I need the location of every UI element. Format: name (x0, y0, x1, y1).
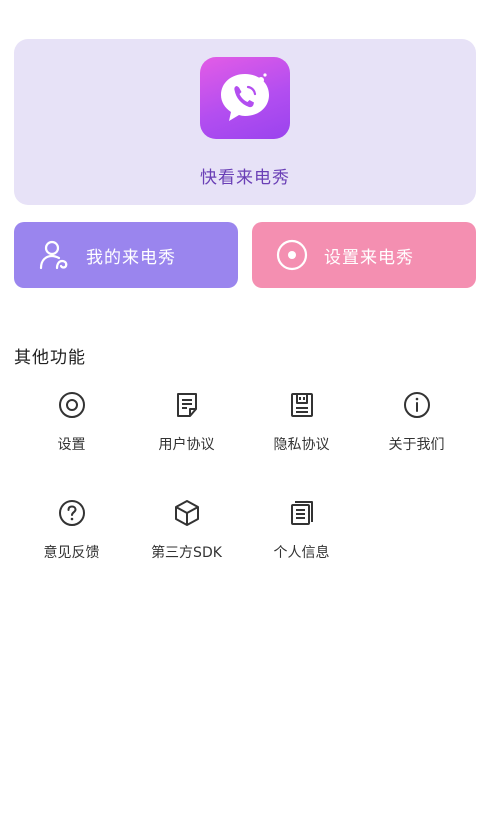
feature-label: 设置 (57, 437, 86, 453)
cube-icon (172, 498, 202, 528)
feature-label: 意见反馈 (43, 545, 100, 561)
set-call-show-label: 设置来电秀 (324, 247, 414, 268)
user-icon (36, 237, 72, 273)
info-icon (402, 390, 432, 420)
feature-label: 用户协议 (158, 437, 215, 453)
privacy-document-icon (287, 390, 317, 420)
my-call-show-label: 我的来电秀 (86, 247, 176, 268)
hero-card: 快看来电秀 (14, 39, 476, 205)
section-title-other-functions: 其他功能 (14, 348, 86, 368)
play-circle-icon (274, 237, 310, 273)
my-call-show-button[interactable]: 我的来电秀 (14, 222, 238, 288)
feature-label: 隐私协议 (273, 437, 330, 453)
feature-label: 个人信息 (273, 545, 330, 561)
app-name: 快看来电秀 (200, 168, 290, 188)
feature-settings[interactable]: 设置 (14, 386, 129, 476)
feature-third-party-sdk[interactable]: 第三方SDK (129, 494, 244, 584)
feature-label: 第三方SDK (151, 545, 222, 561)
phone-chat-bubble-icon (200, 57, 290, 139)
feature-label: 关于我们 (388, 437, 445, 453)
feature-personal-info[interactable]: 个人信息 (244, 494, 359, 584)
personal-info-icon (287, 498, 317, 528)
question-icon (57, 498, 87, 528)
set-call-show-button[interactable]: 设置来电秀 (252, 222, 476, 288)
document-icon (172, 390, 202, 420)
feature-feedback[interactable]: 意见反馈 (14, 494, 129, 584)
feature-about-us[interactable]: 关于我们 (359, 386, 474, 476)
feature-user-agreement[interactable]: 用户协议 (129, 386, 244, 476)
feature-privacy-agreement[interactable]: 隐私协议 (244, 386, 359, 476)
settings-icon (57, 390, 87, 420)
